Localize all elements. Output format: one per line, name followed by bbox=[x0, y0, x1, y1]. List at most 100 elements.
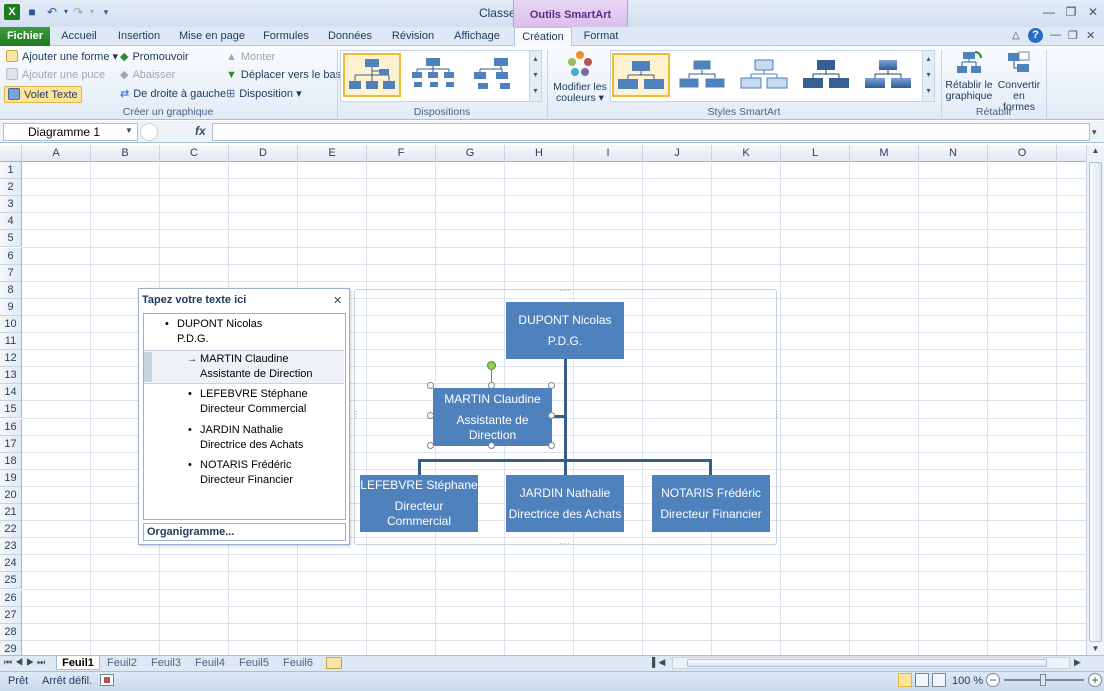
scroll-down-icon[interactable]: ▼ bbox=[1087, 644, 1104, 654]
minimize-icon[interactable]: — bbox=[1038, 3, 1060, 21]
expand-formula-bar-icon[interactable]: ▾ bbox=[1092, 127, 1097, 138]
frame-handle-left[interactable]: ⋮ bbox=[352, 410, 360, 419]
row-header-9[interactable]: 9 bbox=[0, 298, 22, 316]
resize-handle-nw[interactable] bbox=[427, 382, 434, 389]
resize-handle-n[interactable] bbox=[488, 382, 495, 389]
list-item[interactable]: NOTARIS Frédéric Directeur Financier bbox=[200, 458, 293, 488]
zoom-slider-thumb[interactable] bbox=[1040, 674, 1046, 686]
column-header-A[interactable]: A bbox=[22, 145, 91, 162]
wb-restore-icon[interactable]: ❐ bbox=[1068, 29, 1078, 42]
text-pane-close-icon[interactable]: ✕ bbox=[333, 294, 342, 307]
tab-review[interactable]: Révision bbox=[386, 27, 440, 46]
frame-handle-top[interactable]: ···· bbox=[559, 286, 570, 295]
row-header-17[interactable]: 17 bbox=[0, 435, 22, 453]
save-icon[interactable]: ■ bbox=[24, 4, 40, 20]
resize-handle-s[interactable] bbox=[488, 442, 495, 449]
row-header-5[interactable]: 5 bbox=[0, 230, 22, 248]
sheet-nav-arrows-icon[interactable]: ⏮◀▶⏭ bbox=[4, 657, 48, 668]
row-header-18[interactable]: 18 bbox=[0, 452, 22, 470]
right-to-left-button[interactable]: ⇄ De droite à gauche bbox=[120, 86, 226, 103]
name-box[interactable]: Diagramme 1 bbox=[3, 123, 138, 141]
resize-handle-se[interactable] bbox=[548, 442, 555, 449]
layout-thumb-3[interactable] bbox=[467, 53, 525, 97]
row-header-13[interactable]: 13 bbox=[0, 367, 22, 385]
frame-handle-bottom[interactable]: ···· bbox=[559, 539, 570, 548]
row-header-29[interactable]: 29 bbox=[0, 640, 22, 655]
promote-button[interactable]: ◆ Promouvoir bbox=[120, 49, 189, 66]
style-thumb-3[interactable] bbox=[736, 53, 794, 97]
sheet-tab-feuil4[interactable]: Feuil4 bbox=[190, 656, 230, 670]
page-layout-view-icon[interactable] bbox=[915, 673, 929, 687]
row-header-23[interactable]: 23 bbox=[0, 538, 22, 556]
insert-function-button[interactable]: fx bbox=[195, 124, 206, 138]
scroll-right-icon[interactable]: ▶ bbox=[1074, 657, 1081, 668]
resize-handle-ne[interactable] bbox=[548, 382, 555, 389]
row-header-16[interactable]: 16 bbox=[0, 418, 22, 436]
row-header-25[interactable]: 25 bbox=[0, 572, 22, 590]
layouts-gallery-scroll[interactable]: ▴ ▾ ▾ bbox=[529, 51, 541, 101]
scroll-up-icon[interactable]: ▲ bbox=[1087, 146, 1104, 160]
tab-view[interactable]: Affichage bbox=[448, 27, 506, 46]
style-thumb-4[interactable] bbox=[798, 53, 856, 97]
row-header-11[interactable]: 11 bbox=[0, 333, 22, 351]
column-header-D[interactable]: D bbox=[229, 145, 298, 162]
text-pane-button[interactable]: Volet Texte bbox=[4, 86, 82, 103]
sheet-tab-feuil3[interactable]: Feuil3 bbox=[146, 656, 186, 670]
zoom-in-icon[interactable]: + bbox=[1088, 673, 1102, 687]
list-item[interactable]: MARTIN Claudine Assistante de Direction bbox=[200, 352, 313, 382]
formula-bar-divider-handle[interactable] bbox=[140, 123, 158, 141]
style-thumb-2[interactable] bbox=[674, 53, 732, 97]
orgchart-node-assistant[interactable]: MARTIN Claudine Assistante de Direction bbox=[433, 388, 552, 446]
zoom-level[interactable]: 100 % bbox=[952, 675, 983, 687]
resize-handle-sw[interactable] bbox=[427, 442, 434, 449]
select-all-corner[interactable] bbox=[0, 145, 22, 162]
row-header-22[interactable]: 22 bbox=[0, 521, 22, 539]
excel-logo-icon[interactable]: X bbox=[4, 4, 20, 20]
layout-thumb-1[interactable] bbox=[343, 53, 401, 97]
column-header-E[interactable]: E bbox=[298, 145, 367, 162]
wb-close-icon[interactable]: ✕ bbox=[1086, 29, 1095, 42]
formula-input[interactable] bbox=[212, 123, 1090, 141]
row-header-24[interactable]: 24 bbox=[0, 555, 22, 573]
text-pane-footer-link[interactable]: Organigramme... bbox=[143, 523, 346, 541]
column-header-F[interactable]: F bbox=[367, 145, 436, 162]
row-header-2[interactable]: 2 bbox=[0, 179, 22, 197]
row-header-28[interactable]: 28 bbox=[0, 623, 22, 641]
row-header-15[interactable]: 15 bbox=[0, 401, 22, 419]
row-header-19[interactable]: 19 bbox=[0, 469, 22, 487]
macro-record-icon[interactable] bbox=[100, 674, 114, 686]
wb-minimize-icon[interactable]: — bbox=[1050, 29, 1061, 41]
list-item[interactable]: LEFEBVRE Stéphane Directeur Commercial bbox=[200, 387, 308, 417]
demote-button[interactable]: ◆ Abaisser bbox=[120, 67, 175, 84]
customize-toolbar-icon[interactable]: ▾ bbox=[98, 4, 114, 20]
tab-file[interactable]: Fichier bbox=[0, 27, 50, 46]
zoom-out-icon[interactable]: − bbox=[986, 673, 1000, 687]
orgchart-node-sub1[interactable]: LEFEBVRE Stéphane Directeur Commercial bbox=[360, 475, 478, 532]
sheet-tab-feuil1[interactable]: Feuil1 bbox=[56, 656, 100, 670]
style-thumb-5[interactable] bbox=[860, 53, 918, 97]
layout-button[interactable]: ⊞ Disposition ▾ bbox=[226, 86, 302, 103]
tab-insert[interactable]: Insertion bbox=[112, 27, 166, 46]
rotation-handle[interactable] bbox=[487, 361, 496, 370]
sheet-tab-feuil5[interactable]: Feuil5 bbox=[234, 656, 274, 670]
normal-view-icon[interactable] bbox=[898, 673, 912, 687]
row-header-6[interactable]: 6 bbox=[0, 247, 22, 265]
column-header-I[interactable]: I bbox=[574, 145, 643, 162]
vertical-scroll-thumb[interactable] bbox=[1089, 162, 1102, 642]
help-icon[interactable]: ? bbox=[1028, 28, 1043, 43]
column-header-N[interactable]: N bbox=[919, 145, 988, 162]
row-header-21[interactable]: 21 bbox=[0, 504, 22, 522]
restore-icon[interactable]: ❐ bbox=[1060, 3, 1082, 21]
column-header-O[interactable]: O bbox=[988, 145, 1057, 162]
styles-gallery-scroll[interactable]: ▴ ▾ ▾ bbox=[922, 51, 934, 101]
insert-sheet-icon[interactable] bbox=[326, 657, 342, 669]
sheet-tab-feuil6[interactable]: Feuil6 bbox=[278, 656, 318, 670]
orgchart-node-sub3[interactable]: NOTARIS Frédéric Directeur Financier bbox=[652, 475, 770, 532]
reset-graphic-button[interactable]: Rétablir le graphique bbox=[944, 50, 994, 106]
list-item[interactable]: DUPONT Nicolas P.D.G. bbox=[177, 317, 262, 347]
page-break-view-icon[interactable] bbox=[932, 673, 946, 687]
row-header-4[interactable]: 4 bbox=[0, 213, 22, 231]
tab-home[interactable]: Accueil bbox=[56, 27, 102, 46]
move-up-button[interactable]: ▲ Monter bbox=[226, 49, 275, 66]
column-header-G[interactable]: G bbox=[436, 145, 505, 162]
